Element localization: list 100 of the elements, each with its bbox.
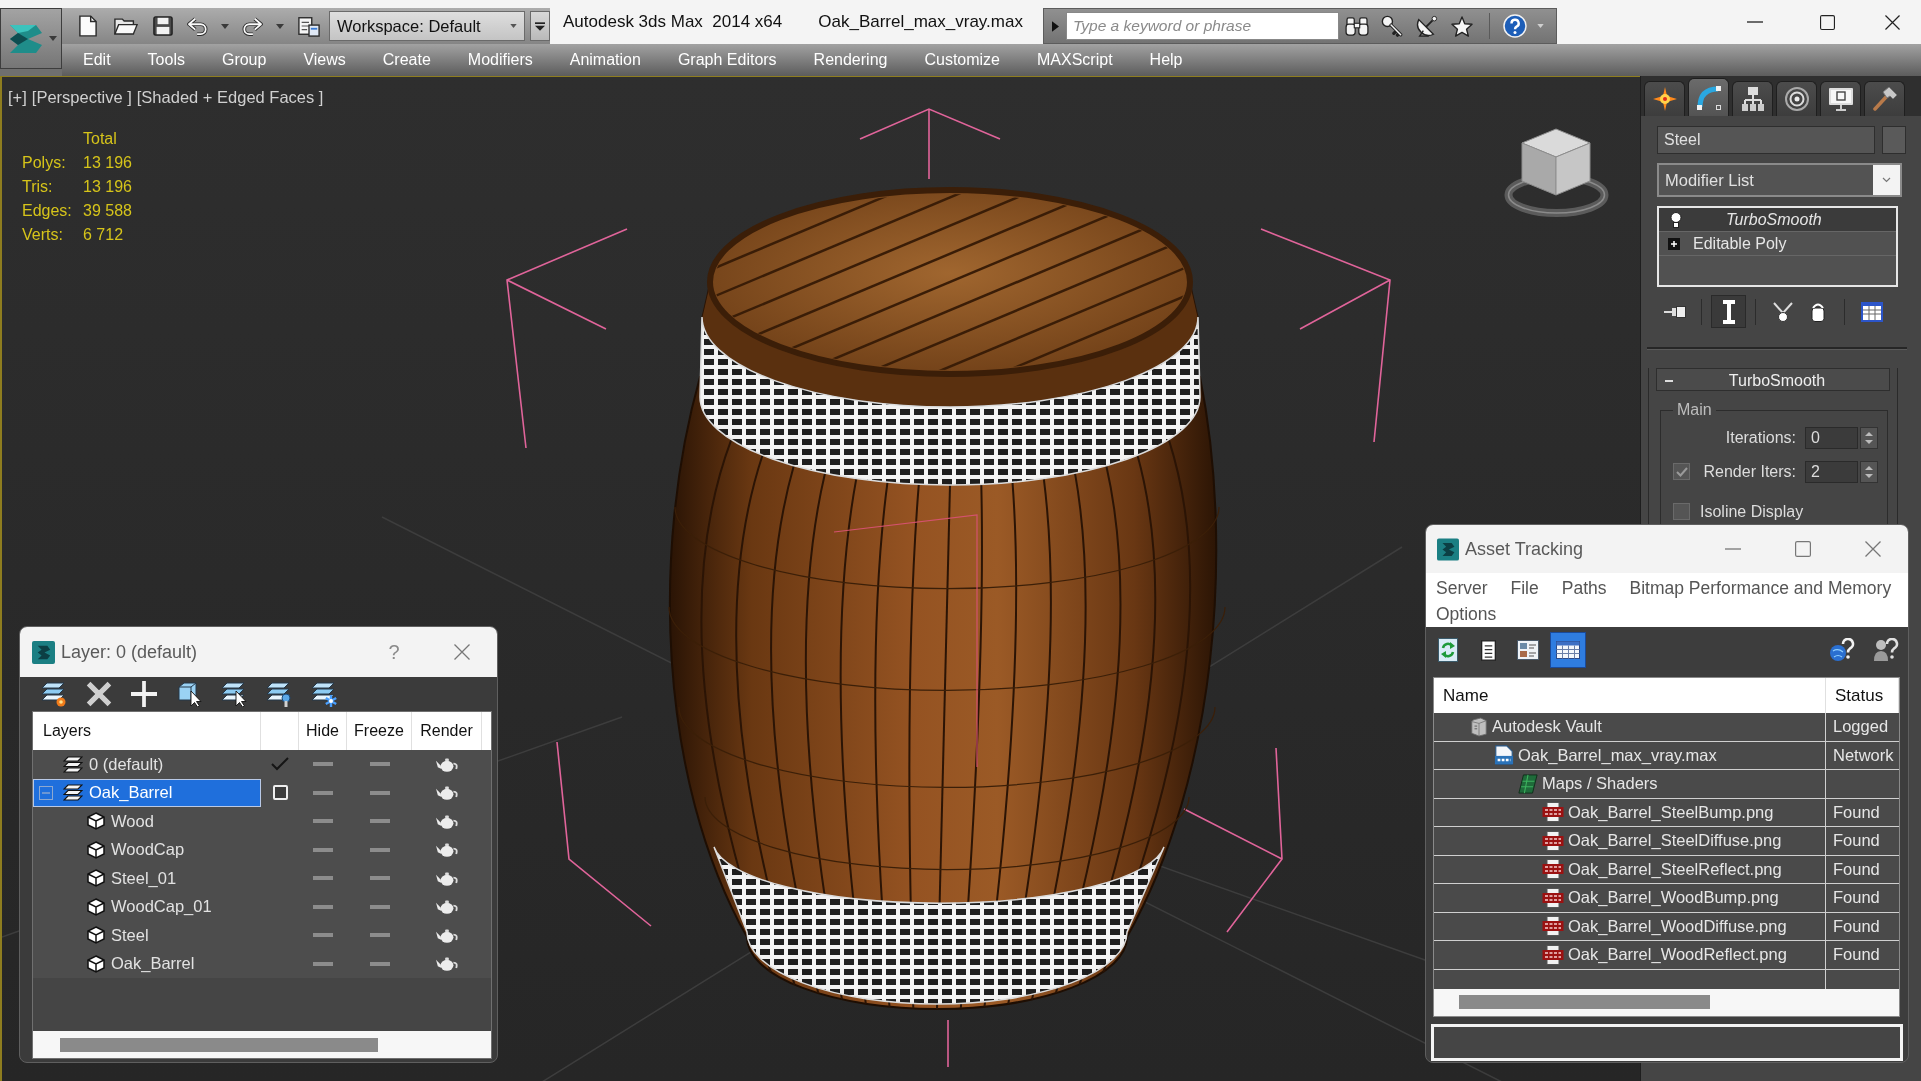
teapot-icon[interactable] [436, 813, 458, 829]
menu-item[interactable]: Rendering [813, 48, 888, 72]
scrollbar-thumb[interactable] [60, 1037, 378, 1052]
teapot-icon[interactable] [436, 927, 458, 943]
caret-icon[interactable] [1536, 24, 1544, 28]
menu-item[interactable]: MAXScript [1037, 48, 1113, 72]
dash-icon[interactable] [369, 762, 390, 767]
menu-item[interactable]: Tools [147, 48, 185, 72]
dash-icon[interactable] [313, 847, 333, 852]
help-icon[interactable] [1873, 638, 1899, 662]
check-icon[interactable] [271, 757, 289, 772]
folder-icon[interactable] [114, 16, 138, 36]
toolbar-menu-button[interactable] [530, 11, 550, 41]
menu-item[interactable]: Modifiers [467, 48, 533, 72]
teapot-icon[interactable] [436, 956, 458, 972]
menu-item[interactable]: Views [303, 48, 346, 72]
close-icon[interactable] [1884, 14, 1900, 30]
globe-help-icon[interactable] [1829, 638, 1855, 662]
menu-item[interactable]: Server [1436, 575, 1488, 601]
teapot-icon[interactable] [436, 842, 458, 858]
star-icon[interactable] [1450, 15, 1473, 37]
dash-icon[interactable] [369, 904, 390, 909]
viewport-menu[interactable]: [+] [8, 87, 27, 107]
viewport-menu[interactable]: [Perspective ] [31, 87, 132, 107]
maximize-icon[interactable] [1819, 14, 1835, 30]
spinner-arrows-icon[interactable] [1860, 426, 1878, 449]
asset-item[interactable]: Oak_Barrel_WoodReflect.png [1434, 941, 1826, 969]
asset-item[interactable]: Autodesk Vault [1434, 713, 1826, 741]
layer-item[interactable]: WoodCap_01 [33, 892, 261, 921]
binoculars-icon[interactable] [1344, 16, 1369, 36]
layers-star-icon[interactable] [41, 681, 67, 707]
dash-icon[interactable] [369, 819, 390, 824]
dash-icon[interactable] [313, 876, 333, 881]
stack-tool-button[interactable] [1711, 295, 1746, 328]
spinner-field[interactable]: 2 [1805, 460, 1858, 483]
modifier-list-dropdown[interactable]: Modifier List [1657, 163, 1902, 197]
checkbox[interactable] [1673, 463, 1690, 480]
layer-item[interactable]: Wood [33, 807, 261, 836]
search-field[interactable]: Type a keyword or phrase [1066, 12, 1339, 40]
documents-icon[interactable] [298, 15, 320, 37]
viewport-menu[interactable]: [Shaded + Edged Faces ] [136, 87, 324, 107]
rollout-header[interactable]: TurboSmooth [1656, 368, 1890, 391]
dash-icon[interactable] [313, 904, 333, 909]
layer-item[interactable]: Steel_01 [33, 864, 261, 893]
path-field[interactable] [1431, 1023, 1903, 1061]
horizontal-scrollbar[interactable] [33, 1031, 491, 1058]
layer-item[interactable]: Steel [33, 921, 261, 950]
panel-tab[interactable] [1644, 81, 1685, 116]
asset-item[interactable]: Maps / Shaders [1434, 770, 1826, 798]
scrollbar-thumb[interactable] [1459, 995, 1710, 1009]
layers-cursor-icon[interactable] [221, 681, 247, 707]
panel-tab[interactable] [1776, 81, 1817, 116]
horizontal-scrollbar[interactable] [1434, 988, 1899, 1016]
menu-item[interactable]: Help [1149, 48, 1183, 72]
dash-icon[interactable] [313, 819, 333, 824]
spinner-arrows-icon[interactable] [1860, 460, 1878, 483]
layer-item[interactable]: Oak_Barrel [33, 778, 261, 807]
panel-tab[interactable] [1688, 78, 1729, 116]
teapot-icon[interactable] [436, 870, 458, 886]
menu-item[interactable]: Options [1436, 601, 1497, 627]
layer-item[interactable]: WoodCap [33, 835, 261, 864]
dash-icon[interactable] [369, 876, 390, 881]
undo-icon[interactable] [187, 16, 209, 36]
layer-item[interactable]: 0 (default) [33, 750, 261, 779]
teapot-icon[interactable] [436, 785, 458, 801]
teapot-icon[interactable] [436, 899, 458, 915]
layers-snowflake-icon[interactable] [311, 681, 337, 707]
teapot-icon[interactable] [436, 756, 458, 772]
dash-icon[interactable] [313, 961, 333, 966]
panel-tab[interactable] [1732, 81, 1773, 116]
help-icon[interactable] [1503, 14, 1527, 38]
menu-item[interactable]: Group [221, 48, 267, 72]
expand-icon[interactable] [1668, 237, 1680, 250]
view-button[interactable] [1550, 632, 1586, 668]
asset-item[interactable]: Oak_Barrel_max_vray.max [1434, 741, 1826, 769]
dash-icon[interactable] [313, 790, 333, 795]
menu-item[interactable]: File [1510, 575, 1539, 601]
cube-cursor-icon[interactable] [176, 681, 202, 707]
color-swatch[interactable] [1882, 126, 1906, 154]
triangle-icon[interactable] [1051, 20, 1059, 32]
menu-item[interactable]: Graph Editors [677, 48, 777, 72]
checkbox[interactable] [1673, 503, 1690, 520]
asset-item[interactable]: Oak_Barrel_WoodDiffuse.png [1434, 912, 1826, 940]
dash-icon[interactable] [369, 847, 390, 852]
workspace-dropdown[interactable]: Workspace: Default [329, 11, 525, 41]
stack-item[interactable]: Editable Poly [1659, 232, 1896, 256]
panel-tab[interactable] [1864, 81, 1905, 116]
object-name-field[interactable]: Steel [1657, 126, 1875, 154]
menu-item[interactable]: Animation [569, 48, 641, 72]
menu-item[interactable]: Customize [924, 48, 1000, 72]
menu-item[interactable]: Create [382, 48, 431, 72]
satellite-dish-icon[interactable] [1415, 15, 1438, 37]
redo-icon[interactable] [241, 16, 263, 36]
caret-icon[interactable] [276, 23, 284, 29]
asset-item[interactable]: Oak_Barrel_SteelDiffuse.png [1434, 827, 1826, 855]
plus-icon[interactable] [131, 681, 157, 707]
document-icon[interactable] [79, 15, 97, 37]
menu-item[interactable]: Paths [1561, 575, 1607, 601]
lightbulb-icon[interactable] [1670, 211, 1682, 228]
spinner-field[interactable]: 0 [1805, 426, 1858, 449]
